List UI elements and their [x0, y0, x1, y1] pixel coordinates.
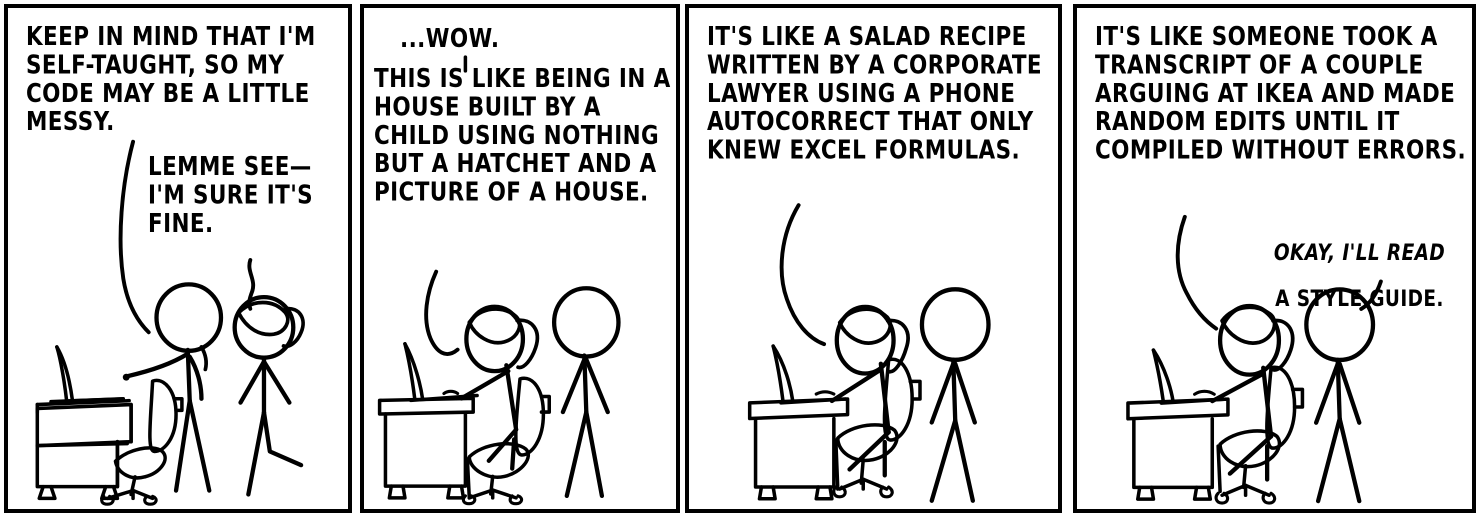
- speech-text-panel4-b: Okay, I'll read a style guide.: [1247, 221, 1472, 333]
- figure-leg-right-a: [246, 410, 267, 497]
- seated-figure-arm: [459, 368, 511, 401]
- speech-text-panel4-a: It's like someone took a transcript of a…: [1095, 22, 1467, 166]
- comic-strip: Keep in mind that I'm self-taught, so my…: [0, 0, 1480, 517]
- speech-text-panel3-a: It's like a salad recipe written by a co…: [707, 22, 1042, 166]
- comic-panel-3: It's like a salad recipe written by a co…: [685, 4, 1062, 513]
- standing-figure-arm-b: [953, 361, 977, 425]
- standing-figure-head: [919, 287, 991, 362]
- figure-hair-right: [236, 300, 290, 337]
- speech-text-panel4-b-rest: a style guide.: [1275, 286, 1444, 312]
- desk-foot-right: [814, 485, 834, 501]
- desk-foot-left: [757, 485, 777, 501]
- desk-top: [35, 402, 133, 448]
- speech-tail-1a: [118, 139, 151, 335]
- figure-head-left: [154, 282, 224, 353]
- standing-figure-leg-b: [1337, 416, 1362, 504]
- seated-figure-arm: [1210, 371, 1266, 404]
- standing-figure-leg-b: [953, 418, 975, 503]
- desk-foot-right: [446, 484, 466, 500]
- desk-body: [753, 416, 836, 489]
- standing-figure-arm-b: [1337, 361, 1362, 425]
- speech-tail-3: [779, 203, 827, 347]
- standing-figure-arm-b: [584, 357, 610, 415]
- figure-arm-right-b: [261, 359, 292, 405]
- standing-figure-leg-b: [584, 409, 605, 499]
- standing-figure-leg-a: [564, 409, 589, 499]
- chair-left-strut: [465, 457, 472, 500]
- figure-leg-left-b: [187, 398, 212, 493]
- figure-leg-right-b: [261, 410, 304, 468]
- comic-panel-4: It's like someone took a transcript of a…: [1073, 4, 1476, 513]
- desk-body: [383, 412, 468, 488]
- laptop-keys: [442, 389, 460, 396]
- speech-tail-4a: [1175, 214, 1219, 331]
- seated-figure-hair: [837, 307, 892, 345]
- standing-figure-arm-a: [929, 361, 956, 425]
- speech-tail-2: [424, 269, 460, 356]
- speech-text-panel1-b: Lemme see— I'm sure it's fine.: [148, 152, 314, 240]
- standing-figure-leg-a: [929, 418, 958, 503]
- speech-text-panel1-a: Keep in mind that I'm self-taught, so my…: [26, 22, 316, 138]
- speech-text-panel2-b: This is like being in a house built by a…: [374, 64, 671, 208]
- comic-panel-2: ...Wow. This is like being in a house bu…: [360, 4, 680, 513]
- speech-text-panel4-b-italic: Okay, I'll read: [1273, 240, 1446, 266]
- seated-figure-leg: [510, 437, 517, 471]
- seated-figure-torso: [504, 363, 519, 432]
- standing-figure-leg-a: [1315, 416, 1342, 504]
- chair-back: [148, 378, 178, 454]
- comic-panel-1: Keep in mind that I'm self-taught, so my…: [4, 4, 352, 513]
- standing-figure-head: [551, 286, 621, 359]
- desk-body: [35, 439, 120, 489]
- figure-arm-left-out: [125, 351, 190, 379]
- figure-arm-right-a: [238, 359, 267, 405]
- speech-text-panel2-a: ...Wow.: [400, 24, 500, 55]
- laptop-keys: [1193, 389, 1216, 396]
- figure-leg-left-a: [173, 398, 192, 493]
- seated-figure-arm: [829, 367, 883, 404]
- desk-foot-left: [387, 484, 407, 500]
- desk-body: [1132, 416, 1215, 490]
- chair-back: [514, 376, 546, 457]
- standing-figure-arm-a: [560, 357, 587, 415]
- seated-figure-hair: [467, 307, 522, 345]
- standing-figure-arm-a: [1314, 361, 1340, 425]
- laptop-keys: [814, 390, 836, 396]
